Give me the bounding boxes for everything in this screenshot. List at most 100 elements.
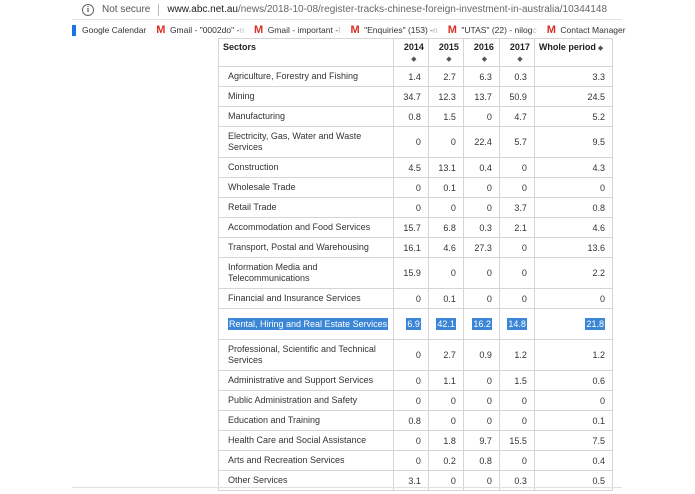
sector-label: Arts and Recreation Services (228, 455, 345, 465)
value-text: 2.7 (443, 71, 456, 82)
value-text: 0 (486, 415, 492, 426)
sector-cell: Education and Training (218, 410, 394, 431)
value-cell: 0 (533, 177, 614, 198)
table-row: Information Media and Telecommunications… (218, 257, 614, 289)
value-text: 4.5 (408, 162, 421, 173)
header-2017[interactable]: 2017 ◆ (498, 38, 535, 67)
value-text: 0 (521, 268, 527, 278)
value-text: 0 (415, 395, 421, 406)
header-sectors[interactable]: Sectors (218, 38, 394, 67)
value-text: 5.7 (514, 137, 527, 147)
value-text: 0 (415, 293, 421, 304)
bookmark-label-fade: n (239, 25, 245, 35)
security-status: Not secure (102, 4, 151, 15)
sector-cell: Mining (218, 86, 394, 107)
value-cell: 13.6 (533, 237, 614, 258)
value-text: 13.1 (438, 162, 456, 173)
bookmark-item[interactable]: M Gmail - important - I (254, 24, 340, 36)
value-text: 0 (486, 182, 492, 193)
sort-icon[interactable]: ◆ (510, 55, 530, 63)
sort-icon[interactable]: ◆ (598, 45, 603, 52)
value-text: 15.9 (403, 268, 421, 278)
bookmark-label: "UTAS" (22) - nilog (461, 25, 533, 35)
value-cell: 3.7 (498, 197, 535, 218)
value-cell: 0.2 (427, 450, 464, 471)
value-cell: 6.8 (427, 217, 464, 238)
value-text: 0.4 (592, 455, 605, 466)
value-cell: 0.6 (533, 370, 614, 391)
value-cell: 0.4 (533, 450, 614, 471)
bookmark-item[interactable]: M Gmail - "0002do" - n (156, 24, 244, 36)
sector-cell: Manufacturing (218, 106, 394, 127)
value-text: 13.7 (474, 91, 492, 102)
table-row: Professional, Scientific and Technical S… (218, 339, 614, 371)
value-text: 0.6 (592, 375, 605, 386)
value-cell: 13.7 (462, 86, 500, 107)
value-cell: 3.3 (533, 66, 614, 87)
url-host[interactable]: www.abc.net.au (167, 4, 238, 15)
value-text: 0 (486, 475, 492, 486)
value-text: 3.1 (408, 475, 421, 486)
value-cell: 1.8 (427, 430, 464, 451)
value-text: 0 (415, 137, 421, 147)
url-path[interactable]: /news/2018-10-08/register-tracks-chinese… (238, 4, 607, 15)
bookmark-label: Google Calendar (82, 25, 147, 35)
table-row: Administrative and Support Services 0 1.1 0… (218, 370, 614, 391)
table-row: Mining 34.7 12.3 13.7 50.9 24.5 (218, 86, 614, 107)
header-2014[interactable]: 2014 ◆ (392, 38, 429, 67)
value-cell: 0.8 (462, 450, 500, 471)
value-cell: 13.1 (427, 157, 464, 178)
value-text: 0.3 (479, 222, 492, 233)
header-2015[interactable]: 2015 ◆ (427, 38, 464, 67)
sector-cell: Wholesale Trade (218, 177, 394, 198)
value-cell: 7.5 (533, 430, 614, 451)
sort-icon[interactable]: ◆ (474, 55, 495, 63)
sort-icon[interactable]: ◆ (404, 55, 424, 63)
value-text: 1.2 (514, 350, 527, 360)
value-text: 0 (450, 137, 456, 147)
gmail-icon: M (350, 24, 360, 36)
value-text: 14.8 (507, 318, 527, 330)
value-text: 0 (599, 395, 605, 406)
bookmark-label: Gmail - important - (267, 25, 339, 35)
bookmark-item[interactable]: M "UTAS" (22) - nilog c (448, 24, 537, 36)
value-text: 0 (450, 202, 456, 213)
sector-cell: Arts and Recreation Services (218, 450, 394, 471)
bookmark-item[interactable]: MContact Manager - n (547, 24, 627, 36)
calendar-icon (72, 24, 76, 36)
value-text: 1.1 (443, 375, 456, 386)
header-label: 2016 (473, 42, 494, 52)
info-icon[interactable]: i (82, 3, 94, 16)
table-row: Transport, Postal and Warehousing 16.1 4.6… (218, 237, 614, 258)
table-row-selected: Rental, Hiring and Real Estate Services 6… (218, 308, 614, 340)
header-label: 2017 (509, 42, 530, 52)
sector-cell: Agriculture, Forestry and Fishing (218, 66, 394, 87)
value-text: 0 (486, 375, 492, 386)
header-2016[interactable]: 2016 ◆ (462, 38, 500, 67)
bookmark-label-fade: n (432, 25, 438, 35)
value-cell: 0.1 (427, 288, 464, 309)
value-text: 0 (415, 375, 421, 386)
value-text: 0 (415, 435, 421, 446)
value-cell: 27.3 (462, 237, 500, 258)
bookmark-item[interactable]: Google Calendar (72, 24, 147, 36)
bookmark-item[interactable]: M "Enquiries" (153) - n (350, 24, 437, 36)
sector-cell: Rental, Hiring and Real Estate Services (218, 308, 394, 340)
value-cell: 1.5 (427, 106, 464, 127)
value-cell: 16.2 (462, 308, 500, 340)
sector-label: Health Care and Social Assistance (228, 435, 367, 445)
value-text: 15.5 (509, 435, 527, 446)
sector-label: Education and Training (228, 415, 321, 425)
sector-cell: Administrative and Support Services (218, 370, 394, 391)
value-text: 0 (450, 475, 456, 486)
sector-label: Agriculture, Forestry and Fishing (228, 71, 359, 81)
gmail-icon: M (546, 24, 556, 36)
sort-icon[interactable]: ◆ (439, 55, 459, 63)
table-row: Retail Trade 0 0 0 3.7 0.8 (218, 197, 614, 218)
value-cell: 2.7 (427, 66, 464, 87)
value-cell: 2.2 (533, 257, 614, 289)
address-bar[interactable]: i Not secure www.abc.net.au/news/2018-10… (72, 0, 622, 20)
value-text: 0 (415, 182, 421, 193)
sector-label: Retail Trade (228, 202, 277, 212)
header-whole-period[interactable]: Whole period ◆ (533, 38, 614, 67)
